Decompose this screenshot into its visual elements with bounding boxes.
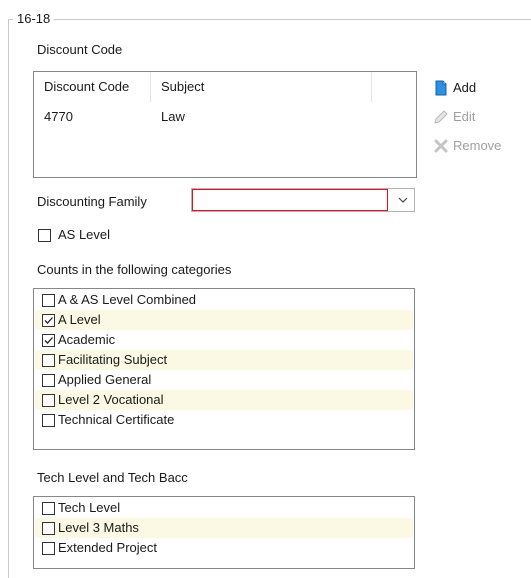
remove-button-label: Remove bbox=[453, 138, 502, 153]
document-add-icon bbox=[435, 80, 447, 96]
group-border-left bbox=[8, 19, 9, 578]
checkbox[interactable] bbox=[42, 502, 55, 515]
checkbox[interactable] bbox=[42, 374, 55, 387]
discounting-family-input[interactable] bbox=[192, 189, 388, 211]
group-border-top bbox=[8, 19, 531, 20]
checklist-item-label: Technical Certificate bbox=[58, 412, 175, 427]
checklist-item-label: A & AS Level Combined bbox=[58, 292, 197, 307]
checklist-item-label: Extended Project bbox=[58, 540, 158, 555]
discount-code-section-label: Discount Code bbox=[37, 42, 123, 57]
checklist-item-label: Facilitating Subject bbox=[58, 352, 168, 367]
checklist-item[interactable]: A Level bbox=[35, 310, 413, 330]
checklist-item-label: Level 2 Vocational bbox=[58, 392, 164, 407]
tech-section-label: Tech Level and Tech Bacc bbox=[37, 470, 188, 485]
checkbox[interactable] bbox=[42, 354, 55, 367]
discount-code-list-header: Discount Code Subject bbox=[34, 72, 416, 102]
discounting-family-combobox[interactable] bbox=[191, 188, 415, 212]
column-header-discount-code[interactable]: Discount Code bbox=[34, 72, 151, 102]
checklist-item[interactable]: Facilitating Subject bbox=[35, 350, 413, 370]
as-level-checkbox-box[interactable] bbox=[38, 229, 51, 242]
checkbox[interactable] bbox=[42, 314, 55, 327]
checklist-item-label: A Level bbox=[58, 312, 101, 327]
checkbox[interactable] bbox=[42, 394, 55, 407]
checklist-item[interactable]: Extended Project bbox=[35, 538, 413, 558]
options-panel: 16-18 Discount Code Discount Code Subjec… bbox=[0, 0, 531, 578]
checklist-item[interactable]: Tech Level bbox=[35, 498, 413, 518]
edit-button-label: Edit bbox=[453, 109, 476, 124]
checkbox[interactable] bbox=[42, 334, 55, 347]
checkbox[interactable] bbox=[42, 414, 55, 427]
checklist-item[interactable]: A & AS Level Combined bbox=[35, 290, 413, 310]
categories-label: Counts in the following categories bbox=[37, 262, 232, 277]
add-button-label: Add bbox=[453, 80, 477, 95]
checklist-item[interactable]: Technical Certificate bbox=[35, 410, 413, 430]
tech-checked-list[interactable]: Tech Level Level 3 Maths Extended Project bbox=[33, 496, 415, 569]
checkbox[interactable] bbox=[42, 522, 55, 535]
discounting-family-label: Discounting Family bbox=[37, 194, 147, 209]
subject-cell: Law bbox=[161, 109, 185, 124]
checklist-item-label: Tech Level bbox=[58, 500, 121, 515]
discount-code-list[interactable]: Discount Code Subject 4770 Law bbox=[33, 71, 417, 178]
checklist-item-label: Level 3 Maths bbox=[58, 520, 139, 535]
checkmark-icon bbox=[44, 317, 53, 324]
categories-checked-list[interactable]: A & AS Level Combined A Level Academic Faci… bbox=[33, 288, 415, 450]
chevron-down-icon[interactable] bbox=[397, 194, 409, 206]
checklist-item[interactable]: Level 2 Vocational bbox=[35, 390, 413, 410]
checklist-item-label: Academic bbox=[58, 332, 116, 347]
discount-code-row[interactable]: 4770 Law bbox=[34, 107, 416, 127]
checkmark-icon bbox=[44, 337, 53, 344]
checklist-item[interactable]: Academic bbox=[35, 330, 413, 350]
checkbox[interactable] bbox=[42, 542, 55, 555]
as-level-label: AS Level bbox=[58, 227, 111, 242]
pencil-icon bbox=[434, 110, 448, 124]
checklist-item[interactable]: Level 3 Maths bbox=[35, 518, 413, 538]
checklist-item-label: Applied General bbox=[58, 372, 152, 387]
checkbox[interactable] bbox=[42, 294, 55, 307]
column-header-subject[interactable]: Subject bbox=[151, 72, 372, 102]
group-title: 16-18 bbox=[13, 11, 55, 27]
cross-icon bbox=[434, 139, 448, 153]
checklist-item[interactable]: Applied General bbox=[35, 370, 413, 390]
discount-code-cell: 4770 bbox=[44, 109, 73, 124]
